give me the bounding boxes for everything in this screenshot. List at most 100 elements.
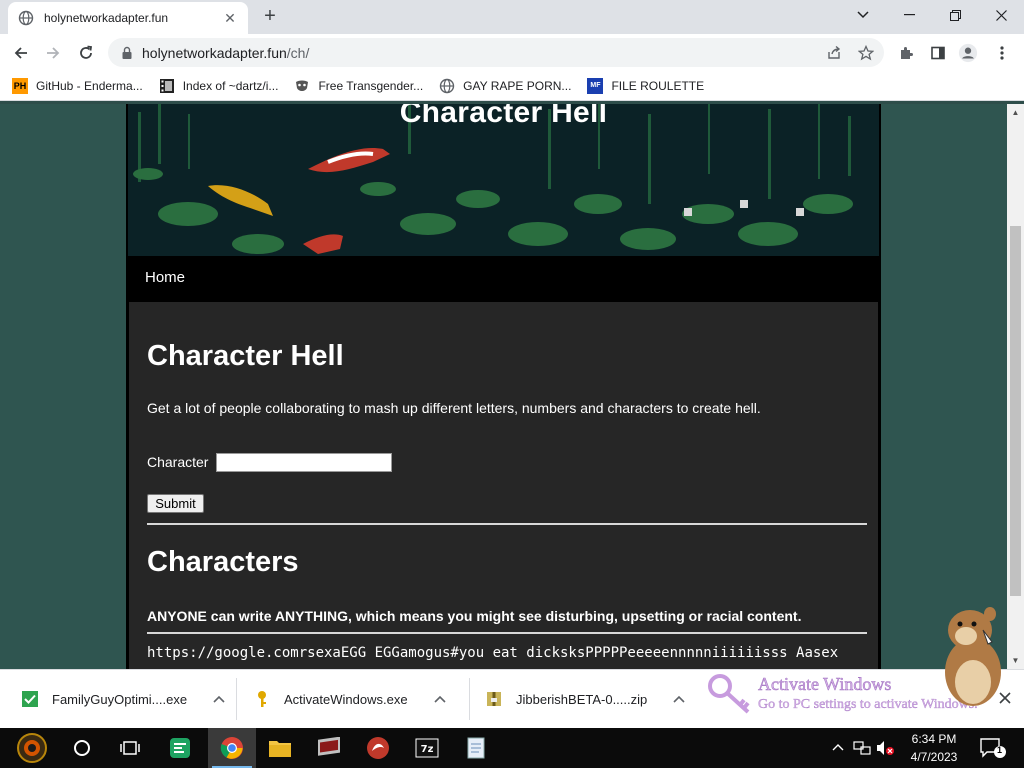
characters-output: https://google.comrsexaEGG EGGamogus#you… bbox=[147, 645, 839, 661]
bookmark-star-button[interactable] bbox=[856, 43, 876, 63]
start-orb-icon bbox=[17, 733, 47, 763]
notification-center-button[interactable]: 1 bbox=[978, 736, 1008, 760]
taskbar-app-7zip[interactable]: 7z bbox=[403, 728, 451, 768]
taskbar-app-chrome[interactable] bbox=[208, 728, 256, 768]
menu-button[interactable] bbox=[992, 43, 1012, 63]
url-host: holynetworkadapter.fun bbox=[142, 44, 287, 61]
submit-button[interactable]: Submit bbox=[147, 494, 204, 513]
check-icon bbox=[22, 691, 38, 707]
download-item[interactable]: ActivateWindows.exe bbox=[252, 670, 446, 728]
tab-strip: holynetworkadapter.fun ✕ + bbox=[0, 0, 1024, 34]
main-content: Character Hell Get a lot of people colla… bbox=[129, 302, 878, 669]
clock-date: 4/7/2023 bbox=[910, 750, 958, 764]
tab-search-button[interactable] bbox=[840, 0, 886, 30]
browser-tab[interactable]: holynetworkadapter.fun ✕ bbox=[8, 2, 248, 34]
download-filename: JibberishBETA-0.....zip bbox=[516, 691, 648, 707]
download-filename: ActivateWindows.exe bbox=[284, 691, 408, 707]
download-item[interactable]: FamilyGuyOptimi....exe bbox=[20, 670, 225, 728]
chrome-button[interactable] bbox=[208, 728, 256, 768]
bookmark-item[interactable]: Index of ~dartz/i... bbox=[159, 78, 279, 94]
lock-icon bbox=[122, 46, 132, 59]
bookmark-item[interactable]: MF FILE ROULETTE bbox=[587, 77, 705, 94]
mf-icon: MF bbox=[587, 77, 604, 94]
network-icon[interactable] bbox=[853, 740, 871, 759]
key-icon bbox=[258, 691, 266, 707]
bookmark-item[interactable]: GAY RAPE PORN... bbox=[439, 78, 571, 94]
star-icon bbox=[858, 45, 874, 61]
share-button[interactable] bbox=[824, 43, 844, 63]
site-container: Character Hell Home Character Hell Get a… bbox=[126, 104, 881, 669]
back-button[interactable] bbox=[8, 40, 34, 66]
new-tab-button[interactable]: + bbox=[258, 5, 282, 29]
share-icon bbox=[828, 45, 841, 59]
taskbar-app-notepad[interactable] bbox=[452, 728, 500, 768]
bookmark-label: Index of ~dartz/i... bbox=[182, 78, 279, 93]
system-clock[interactable]: 6:34 PM 4/7/2023 bbox=[903, 730, 965, 766]
7zip-icon: 7z bbox=[415, 738, 439, 758]
chevron-up-icon[interactable] bbox=[433, 692, 446, 706]
taskbar-app-explorer[interactable] bbox=[256, 728, 304, 768]
chevron-down-icon bbox=[857, 11, 869, 19]
bookmarks-bar: PH GitHub - Enderma... Index of ~dartz/i… bbox=[0, 71, 1024, 101]
archive-icon bbox=[487, 692, 501, 706]
bookmark-item[interactable]: Free Transgender... bbox=[294, 78, 423, 94]
bookmark-label: FILE ROULETTE bbox=[611, 78, 705, 93]
reload-button[interactable] bbox=[73, 40, 99, 66]
character-label: Character bbox=[147, 454, 209, 470]
taskbar-app-sheets[interactable] bbox=[156, 728, 204, 768]
banner-title: Character Hell bbox=[399, 104, 608, 129]
bookmark-label: Free Transgender... bbox=[318, 78, 424, 93]
tray-overflow-icon[interactable] bbox=[832, 740, 844, 754]
restore-button[interactable] bbox=[932, 0, 978, 30]
start-button[interactable] bbox=[8, 728, 56, 768]
taskbar-app-3[interactable] bbox=[305, 728, 353, 768]
browser-toolbar: holynetworkadapter.fun/ch/ bbox=[0, 34, 1024, 71]
svg-text:7z: 7z bbox=[421, 744, 434, 755]
search-button[interactable] bbox=[58, 728, 106, 768]
page-scrollbar[interactable]: ▲ ▼ bbox=[1007, 104, 1024, 669]
task-view-button[interactable] bbox=[106, 728, 154, 768]
arrow-right-icon bbox=[47, 47, 60, 59]
chevron-up-icon[interactable] bbox=[213, 692, 225, 706]
bookmark-label: GitHub - Enderma... bbox=[36, 78, 143, 93]
download-separator bbox=[469, 678, 470, 720]
side-panel-icon bbox=[931, 46, 945, 60]
cortana-circle-icon bbox=[74, 740, 90, 756]
chevron-up-icon[interactable] bbox=[673, 692, 685, 706]
screen: holynetworkadapter.fun ✕ + holynetworkad… bbox=[0, 0, 1024, 768]
bookmark-item[interactable]: PH GitHub - Enderma... bbox=[12, 77, 143, 94]
tab-close-icon[interactable]: ✕ bbox=[222, 10, 238, 26]
divider bbox=[147, 632, 867, 634]
kebab-menu-icon bbox=[1000, 46, 1004, 60]
character-input[interactable] bbox=[216, 453, 392, 472]
red-app-icon bbox=[367, 737, 389, 759]
forward-button[interactable] bbox=[40, 40, 66, 66]
globe-icon bbox=[439, 78, 455, 93]
scroll-up-arrow-icon[interactable]: ▲ bbox=[1011, 108, 1020, 117]
profile-button[interactable] bbox=[958, 43, 978, 63]
address-bar[interactable]: holynetworkadapter.fun/ch/ bbox=[108, 38, 884, 67]
ph-icon: PH bbox=[12, 77, 28, 94]
banner-image: Character Hell bbox=[128, 104, 879, 256]
scroll-down-arrow-icon[interactable]: ▼ bbox=[1011, 656, 1020, 665]
puzzle-icon bbox=[901, 47, 913, 59]
globe-icon bbox=[18, 10, 34, 26]
download-filename: FamilyGuyOptimi....exe bbox=[52, 691, 188, 707]
activate-windows-title: Activate Windows bbox=[758, 674, 892, 695]
download-separator bbox=[236, 678, 237, 720]
page-viewport: Character Hell Home Character Hell Get a… bbox=[0, 104, 1024, 669]
side-panel-button[interactable] bbox=[928, 43, 948, 63]
nav-home-link[interactable]: Home bbox=[145, 269, 185, 286]
extensions-button[interactable] bbox=[896, 43, 916, 63]
minimize-button[interactable] bbox=[886, 0, 932, 30]
minimize-icon bbox=[903, 14, 915, 16]
download-item[interactable]: JibberishBETA-0.....zip bbox=[484, 670, 685, 728]
close-window-button[interactable] bbox=[978, 0, 1024, 30]
volume-muted-icon[interactable] bbox=[876, 740, 896, 759]
tab-title: holynetworkadapter.fun bbox=[44, 11, 169, 25]
chrome-icon bbox=[220, 737, 243, 759]
scrollbar-thumb[interactable] bbox=[1010, 226, 1021, 596]
divider bbox=[147, 523, 867, 525]
hamster-image bbox=[945, 607, 1001, 706]
taskbar-app-4[interactable] bbox=[354, 728, 402, 768]
